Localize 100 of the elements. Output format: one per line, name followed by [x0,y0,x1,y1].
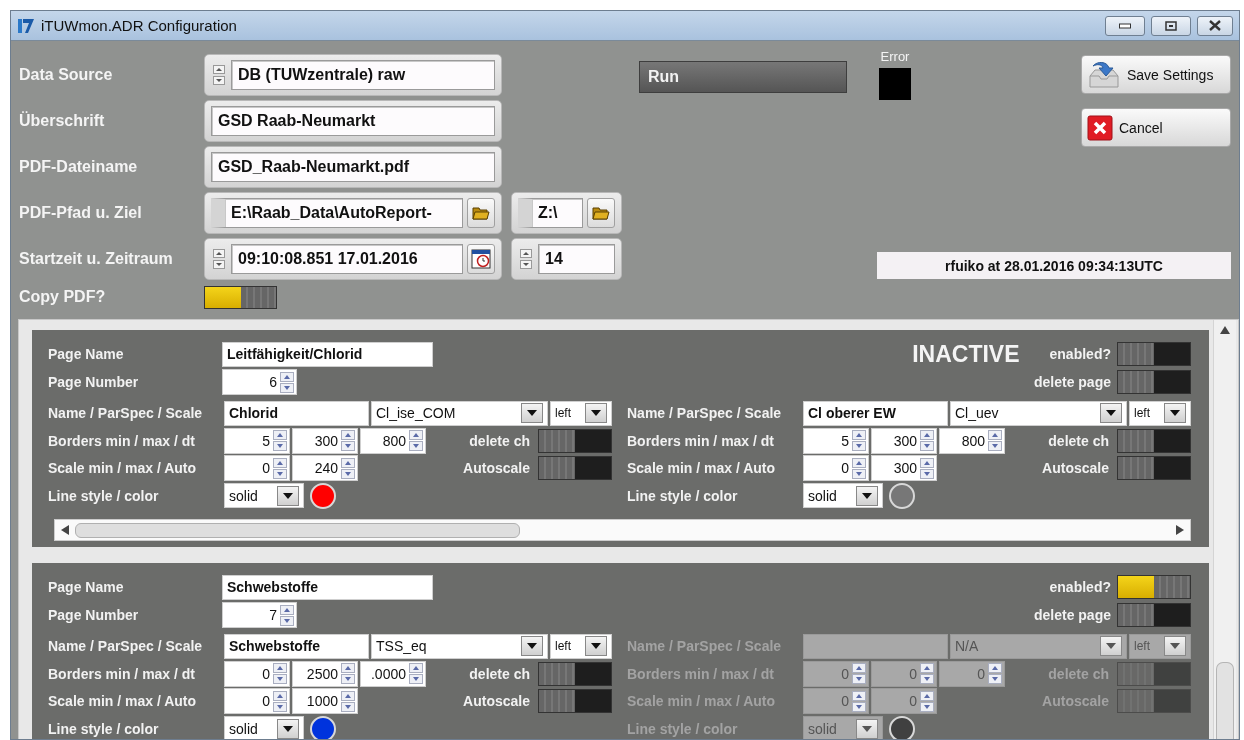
heading-field[interactable]: GSD Raab-Neumarkt [211,106,495,136]
spin-buttons[interactable] [988,429,1002,452]
spin-buttons[interactable] [409,429,423,452]
number-field[interactable]: 300 [871,427,937,454]
number-field[interactable]: 300 [871,455,937,482]
run-button[interactable]: Run [639,61,847,93]
dropdown[interactable]: solid [224,483,304,509]
spin-buttons[interactable] [409,662,423,685]
toggle-switch[interactable] [1117,342,1191,366]
toggle-switch[interactable] [538,661,612,686]
toggle-switch[interactable] [204,285,277,309]
scrollbar-thumb[interactable] [75,522,520,538]
color-swatch[interactable] [310,482,336,509]
toggle-switch[interactable] [1117,370,1191,394]
spin-buttons[interactable] [341,662,355,685]
days-field[interactable]: 14 [538,244,615,274]
toggle-switch[interactable] [1117,603,1191,627]
dropdown[interactable]: left [1129,400,1191,426]
cancel-button[interactable]: Cancel [1081,108,1231,147]
name-field[interactable]: Chlorid [224,400,369,426]
number-field[interactable]: .0000 [360,660,426,687]
spin-buttons[interactable] [920,429,934,452]
spin-buttons[interactable] [341,457,355,480]
spin-buttons[interactable] [852,690,866,713]
number-field[interactable]: 0 [224,455,290,482]
scroll-left-icon[interactable] [61,525,69,535]
vertical-scrollbar[interactable] [1213,320,1236,739]
dropdown-button[interactable] [585,636,607,657]
dropdown-button[interactable] [1164,636,1186,657]
number-field[interactable]: 2500 [292,660,358,687]
name-field[interactable]: Schwebstoffe [224,633,369,659]
dropdown-button[interactable] [856,718,878,739]
toggle-switch[interactable] [1117,456,1191,481]
dropdown[interactable]: Cl_uev [950,400,1127,426]
spin-buttons[interactable] [273,429,287,452]
dropdown[interactable]: left [550,400,612,426]
number-field[interactable]: 800 [360,427,426,454]
filename-field[interactable]: GSD_Raab-Neumarkt.pdf [211,152,495,182]
spin-buttons[interactable] [280,604,294,626]
number-field[interactable]: 5 [224,427,290,454]
save-button[interactable]: Save Settings [1081,55,1231,94]
color-swatch[interactable] [310,715,336,739]
number-field[interactable]: 5 [803,427,869,454]
spin-buttons[interactable] [920,690,934,713]
scrollbar-thumb[interactable] [1216,662,1234,739]
dropdown-button[interactable] [1100,403,1122,424]
number-field[interactable]: 7 [222,602,297,628]
number-field[interactable]: 0 [803,455,869,482]
color-swatch[interactable] [889,482,915,509]
folder-button[interactable] [467,198,495,228]
dropdown[interactable]: solid [224,716,304,739]
name-field[interactable]: Cl oberer EW [803,400,948,426]
data-source-field[interactable]: DB (TUWzentrale) raw [231,60,495,90]
toggle-switch[interactable] [1117,428,1191,453]
number-field[interactable]: 240 [292,455,358,482]
maximize-button[interactable] [1151,15,1191,36]
spin-buttons[interactable] [988,662,1002,685]
spin-buttons[interactable] [852,662,866,685]
spin-buttons[interactable] [341,690,355,713]
number-field[interactable]: 0 [224,688,290,715]
page-name-field[interactable]: Leitfähigkeit/Chlorid [222,341,433,367]
dropdown[interactable]: Cl_ise_COM [371,400,548,426]
dropdown-button[interactable] [277,485,299,506]
target-field[interactable]: Z:\ [518,198,583,228]
page-name-field[interactable]: Schwebstoffe [222,574,433,600]
toggle-switch[interactable] [538,428,612,453]
number-field[interactable]: 6 [222,369,297,395]
scroll-right-icon[interactable] [1176,525,1184,535]
dropdown[interactable]: left [550,633,612,659]
spin-buttons[interactable] [273,690,287,713]
toggle-switch[interactable] [538,689,612,714]
start-time-field[interactable]: 09:10:08.851 17.01.2016 [231,244,463,274]
dropdown[interactable]: solid [803,483,883,509]
dropdown-button[interactable] [521,403,543,424]
dropdown-button[interactable] [521,636,543,657]
toggle-switch[interactable] [1117,575,1191,599]
dropdown-button[interactable] [1164,403,1186,424]
folder-button[interactable] [587,198,615,228]
spin-buttons[interactable] [920,662,934,685]
spin-buttons[interactable] [920,457,934,480]
path-field[interactable]: E:\Raab_Data\AutoReport- [211,198,463,228]
spin-buttons[interactable] [341,429,355,452]
toggle-switch[interactable] [538,456,612,481]
number-field[interactable]: 0 [224,660,290,687]
calendar-button[interactable] [467,244,495,274]
dropdown-button[interactable] [856,485,878,506]
number-field[interactable]: 800 [939,427,1005,454]
number-field[interactable]: 1000 [292,688,358,715]
number-field[interactable]: 300 [292,427,358,454]
spin-buttons[interactable] [273,662,287,685]
spin-buttons[interactable] [852,429,866,452]
dropdown-button[interactable] [1100,636,1122,657]
scroll-up-icon[interactable] [1220,326,1230,334]
spin-buttons[interactable] [273,457,287,480]
dropdown-button[interactable] [585,403,607,424]
close-button[interactable] [1197,15,1233,36]
horizontal-scrollbar[interactable] [54,519,1191,541]
spin-buttons[interactable] [852,457,866,480]
minimize-button[interactable] [1105,15,1145,36]
dropdown-button[interactable] [277,718,299,739]
